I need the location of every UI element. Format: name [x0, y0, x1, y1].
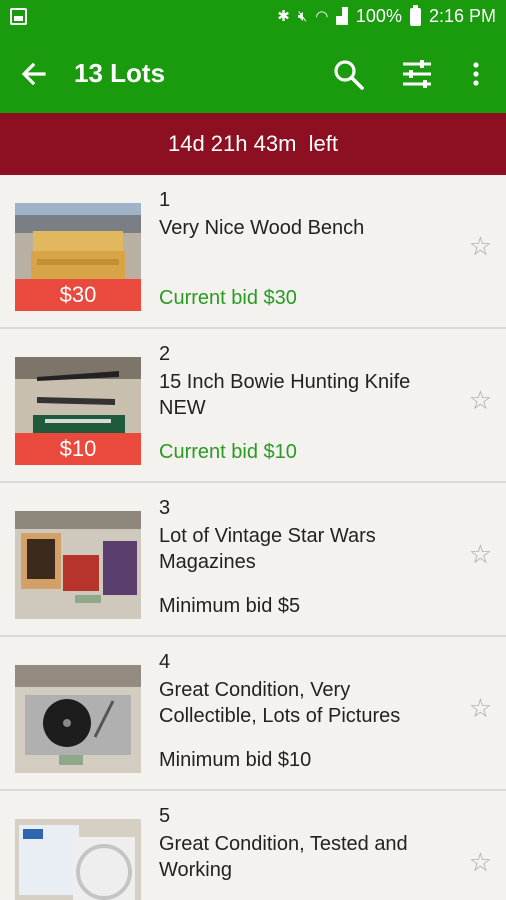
lot-title: Great Condition, Tested and Working: [159, 833, 408, 881]
bid-text: Current bid $10: [159, 441, 297, 463]
watch-star-icon[interactable]: ☆: [469, 539, 492, 570]
lot-title: Lot of Vintage Star Wars Magazines: [159, 525, 376, 573]
more-vert-icon: [473, 62, 479, 86]
arrow-left-icon: [21, 62, 46, 86]
signal-icon: ▟: [336, 7, 348, 25]
bid-text: Minimum bid $5: [159, 595, 301, 617]
lot-number: 5: [159, 805, 171, 827]
back-button[interactable]: [18, 58, 50, 90]
lot-title: Very Nice Wood Bench: [159, 217, 365, 239]
lots-list[interactable]: $30 1 Very Nice Wood Bench Current bid $…: [0, 175, 506, 900]
watch-star-icon[interactable]: ☆: [469, 847, 492, 878]
bid-text: Minimum bid $10: [159, 749, 312, 771]
turntable-photo: [15, 665, 141, 773]
lot-thumbnail: [15, 665, 141, 773]
lot-thumbnail: [15, 511, 141, 619]
lot-row[interactable]: $10 2 15 Inch Bowie Hunting Knife NEW Cu…: [0, 329, 506, 483]
lot-number: 1: [159, 189, 171, 211]
filter-button[interactable]: [399, 56, 435, 92]
lot-row[interactable]: 4 Great Condition, Very Collectible, Lot…: [0, 637, 506, 791]
app-bar: 13 Lots: [0, 34, 506, 113]
lot-title: Great Condition, Very Collectible, Lots …: [159, 679, 401, 727]
tune-icon: [403, 60, 431, 88]
lot-thumbnail: $10: [15, 357, 141, 465]
magazines-photo: [15, 511, 141, 619]
lot-title: 15 Inch Bowie Hunting Knife NEW: [159, 371, 411, 419]
watch-star-icon[interactable]: ☆: [469, 693, 492, 724]
price-tag: $30: [15, 279, 141, 311]
search-icon: [334, 60, 364, 90]
lot-number: 2: [159, 343, 171, 365]
lot-thumbnail: $30: [15, 203, 141, 311]
lot-number: 3: [159, 497, 171, 519]
lot-row[interactable]: 3 Lot of Vintage Star Wars Magazines Min…: [0, 483, 506, 637]
price-tag: $10: [15, 433, 141, 465]
status-icons: ✱ 🔇︎ ◠ ▟ 100% 2:16 PM: [277, 4, 496, 27]
bluetooth-icon: ✱: [277, 7, 290, 25]
status-bar: ✱ 🔇︎ ◠ ▟ 100% 2:16 PM: [0, 0, 506, 34]
watch-star-icon[interactable]: ☆: [469, 231, 492, 262]
mute-icon: 🔇︎: [297, 7, 308, 25]
battery-icon: [409, 4, 421, 26]
box-fan-photo: [15, 819, 141, 900]
search-button[interactable]: [330, 56, 366, 92]
time-left-banner: 14d 21h 43m left: [0, 113, 506, 175]
wifi-icon: ◠: [315, 7, 329, 25]
gallery-notification-icon: [10, 8, 27, 25]
more-options-button[interactable]: [458, 56, 494, 92]
page-title: 13 Lots: [74, 58, 166, 88]
lot-thumbnail: [15, 819, 141, 900]
watch-star-icon[interactable]: ☆: [469, 385, 492, 416]
clock: 2:16 PM: [428, 6, 496, 26]
lot-number: 4: [159, 651, 171, 673]
lot-row[interactable]: 5 Great Condition, Tested and Working ☆: [0, 791, 506, 900]
bid-text: Current bid $30: [159, 287, 297, 309]
battery-percent: 100%: [355, 6, 402, 26]
lot-row[interactable]: $30 1 Very Nice Wood Bench Current bid $…: [0, 175, 506, 329]
